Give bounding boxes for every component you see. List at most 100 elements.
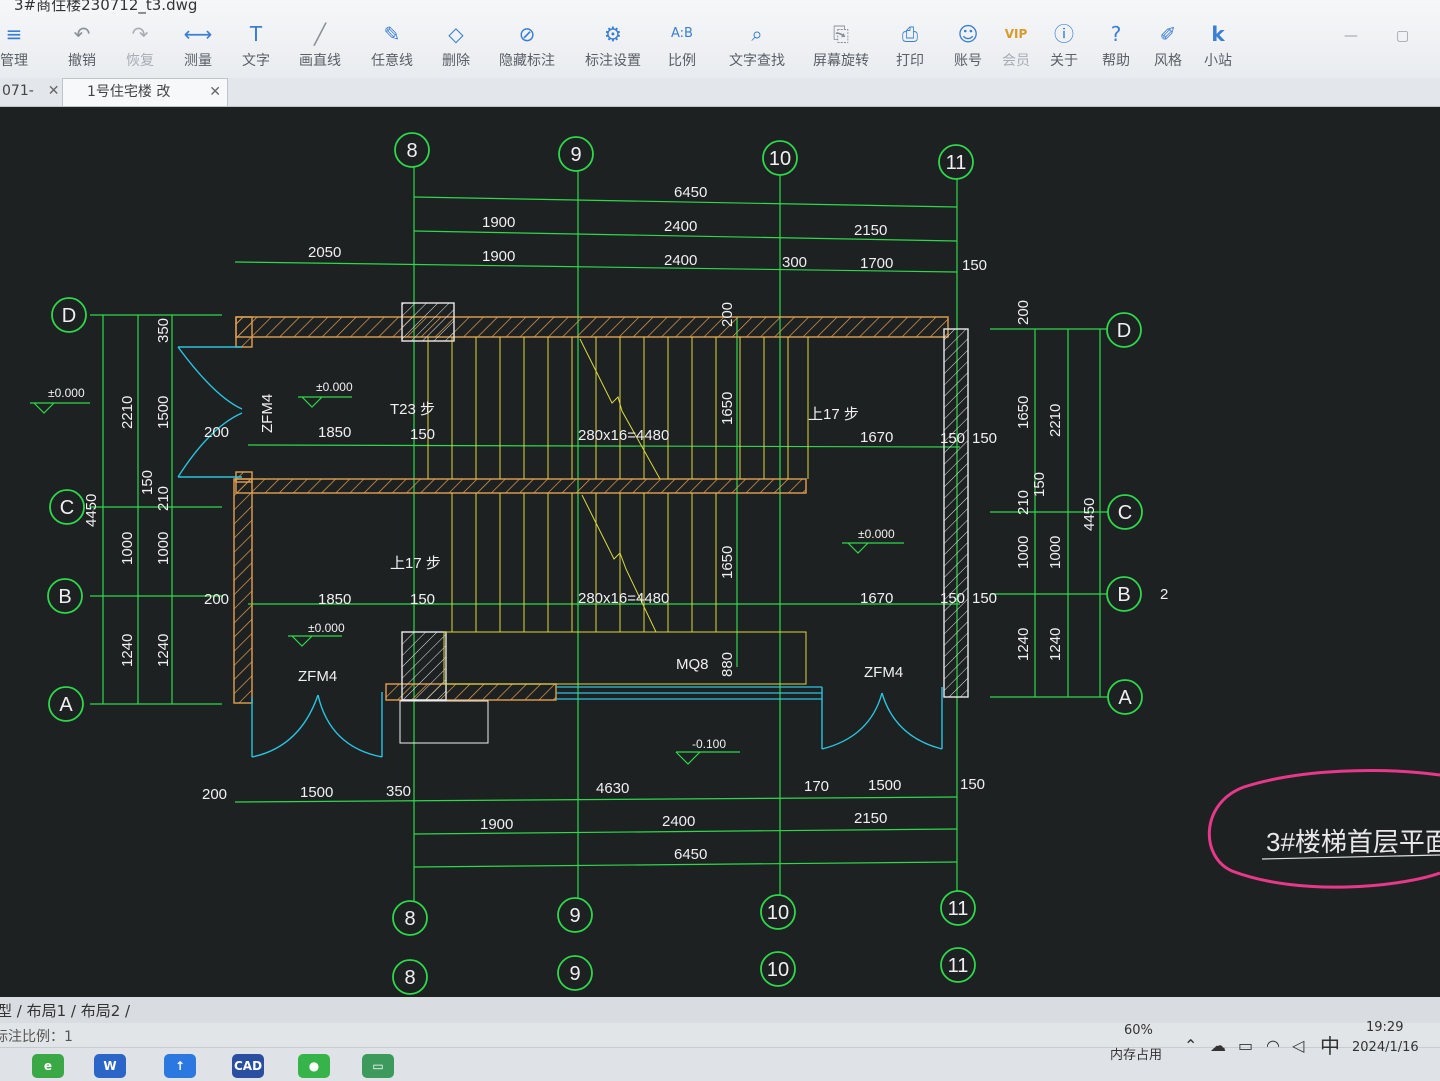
close-icon[interactable]: ✕ bbox=[48, 83, 60, 99]
account-icon: ☺ bbox=[957, 22, 979, 46]
manage-button[interactable]: ≡ 管理 bbox=[0, 22, 36, 74]
measure-button[interactable]: ⟷ 测量 bbox=[176, 22, 220, 74]
rotate-screen-button[interactable]: ⎘ 屏幕旋转 bbox=[808, 22, 874, 74]
dim-text: 200 bbox=[1015, 300, 1032, 325]
dim-text: 200 bbox=[204, 591, 229, 608]
dim-text: 200 bbox=[719, 302, 736, 327]
stair-label: 280x16=4480 bbox=[578, 427, 669, 444]
dim-text: 1670 bbox=[860, 590, 893, 607]
k-station-button[interactable]: k 小站 bbox=[1198, 22, 1238, 74]
dim-text: 150 bbox=[960, 776, 985, 793]
print-icon: ⎙ bbox=[902, 22, 918, 46]
window-title: 3#商住楼230712_t3.dwg bbox=[14, 0, 198, 14]
dim-text: 1670 bbox=[860, 429, 893, 446]
text-search-icon: ⌕ bbox=[751, 22, 763, 46]
door-label: ZFM4 bbox=[259, 394, 276, 433]
door-label: ZFM4 bbox=[298, 668, 337, 685]
pencil-icon: ✎ bbox=[383, 22, 401, 46]
grid-label: 10 bbox=[767, 959, 789, 981]
annotation-settings-button[interactable]: ⚙ 标注设置 bbox=[580, 22, 646, 74]
grid-label: 11 bbox=[946, 152, 967, 174]
scale-icon: A:B bbox=[671, 26, 693, 41]
dim-text: 2400 bbox=[664, 218, 697, 235]
volume-icon[interactable]: ◁ bbox=[1292, 1036, 1304, 1055]
grid-label: C bbox=[1118, 502, 1132, 524]
wifi-icon[interactable]: ◠ bbox=[1266, 1036, 1280, 1055]
screen-icon[interactable]: ▭ bbox=[362, 1054, 394, 1078]
dim-text: 150 bbox=[962, 257, 987, 274]
stair-upper-flight bbox=[427, 337, 809, 480]
window-label: MQ8 bbox=[676, 656, 709, 673]
text-search-button[interactable]: ⌕ 文字查找 bbox=[724, 22, 790, 74]
manage-icon: ≡ bbox=[5, 22, 23, 46]
tab-document-1[interactable]: 071- ✕ bbox=[0, 78, 68, 105]
freehand-button[interactable]: ✎ 任意线 bbox=[364, 22, 420, 74]
dim-text: 150 bbox=[940, 430, 965, 447]
axis-marker: 2 bbox=[1160, 586, 1168, 603]
print-button[interactable]: ⎙ 打印 bbox=[890, 22, 930, 74]
dim-text: 1900 bbox=[480, 816, 513, 833]
word-icon[interactable]: W bbox=[94, 1054, 126, 1078]
hide-annotation-button[interactable]: ⊘ 隐藏标注 bbox=[494, 22, 560, 74]
text-icon: T bbox=[249, 22, 263, 46]
dim-text: 350 bbox=[386, 783, 411, 800]
account-button[interactable]: ☺ 账号 bbox=[948, 22, 988, 74]
dim-text: 1000 bbox=[1015, 536, 1032, 569]
vip-button[interactable]: VIP 会员 bbox=[996, 22, 1036, 74]
scale-button[interactable]: A:B 比例 bbox=[662, 22, 702, 74]
dim-text: 2400 bbox=[664, 252, 697, 269]
wechat-icon[interactable]: ● bbox=[298, 1054, 330, 1078]
layout-tabs[interactable]: 模型 / 布局1 / 布局2 / bbox=[0, 1000, 130, 1021]
stair-lower-flight bbox=[443, 493, 807, 685]
battery-icon[interactable]: ▭ bbox=[1238, 1036, 1253, 1055]
chevron-up-icon[interactable]: ⌃ bbox=[1184, 1036, 1197, 1055]
dim-text: 880 bbox=[719, 652, 736, 677]
grid-label: B bbox=[1117, 584, 1130, 606]
cad-icon[interactable]: CAD bbox=[232, 1054, 264, 1078]
cloud-icon[interactable]: ☁ bbox=[1210, 1036, 1226, 1055]
app-icon[interactable]: ↑ bbox=[164, 1054, 196, 1078]
dim-text: 2400 bbox=[662, 813, 695, 830]
taskbar: e W ↑ CAD ● ▭ 内存占用 ⌃ ☁ ▭ ◠ ◁ 中 19:29 202… bbox=[0, 1020, 1440, 1081]
eraser-icon: ◇ bbox=[448, 22, 464, 46]
about-button[interactable]: ⓘ 关于 bbox=[1044, 22, 1084, 74]
grid-label: D bbox=[62, 305, 76, 327]
maximize-icon[interactable]: ▢ bbox=[1396, 28, 1409, 44]
clock-date[interactable]: 2024/1/16 bbox=[1352, 1040, 1419, 1055]
dim-text: 1650 bbox=[719, 392, 736, 425]
grid-label: 10 bbox=[769, 148, 791, 170]
dim-text: 150 bbox=[410, 426, 435, 443]
text-button[interactable]: T 文字 bbox=[234, 22, 278, 74]
minimize-icon[interactable]: — bbox=[1344, 28, 1358, 44]
line-icon: ╱ bbox=[313, 22, 327, 46]
dim-text: 4450 bbox=[83, 494, 100, 527]
style-button[interactable]: ✐ 风格 bbox=[1148, 22, 1188, 74]
line-button[interactable]: ╱ 画直线 bbox=[292, 22, 348, 74]
help-button[interactable]: ? 帮助 bbox=[1096, 22, 1136, 74]
delete-button[interactable]: ◇ 删除 bbox=[436, 22, 476, 74]
level-text: -0.100 bbox=[692, 737, 726, 751]
grid-label: B bbox=[58, 586, 71, 608]
dim-text: 1000 bbox=[119, 532, 136, 565]
dim-text: 1650 bbox=[1015, 396, 1032, 429]
undo-button[interactable]: ↶ 撤销 bbox=[60, 22, 104, 74]
ime-indicator[interactable]: 中 bbox=[1320, 1030, 1340, 1059]
dim-text: 200 bbox=[204, 424, 229, 441]
browser-icon[interactable]: e bbox=[32, 1054, 64, 1078]
document-tab-bar: 071- ✕ 1号住宅楼 改 ✕ bbox=[0, 78, 1440, 107]
dim-text: 1650 bbox=[719, 546, 736, 579]
walls bbox=[233, 302, 969, 704]
toolbar: 3#商住楼230712_t3.dwg ≡ 管理 ↶ 撤销 ↷ 恢复 ⟷ 测量 T 文字 ╱… bbox=[0, 0, 1440, 79]
grid-label: C bbox=[60, 497, 74, 519]
dim-text: 1240 bbox=[155, 634, 172, 667]
dim-text: 2050 bbox=[308, 244, 341, 261]
dim-text: 1900 bbox=[482, 248, 515, 265]
redo-button[interactable]: ↷ 恢复 bbox=[118, 22, 162, 74]
grid-label: 11 bbox=[948, 955, 969, 977]
tab-document-2[interactable]: 1号住宅楼 改 ✕ bbox=[62, 78, 228, 106]
drawing-canvas[interactable]: 8 9 10 11 8 9 10 11 8 9 10 11 D C B A D … bbox=[0, 107, 1440, 997]
clock-time[interactable]: 19:29 bbox=[1366, 1020, 1403, 1035]
style-icon: ✐ bbox=[1159, 22, 1177, 46]
dim-text: 1500 bbox=[155, 396, 172, 429]
close-icon[interactable]: ✕ bbox=[209, 79, 221, 106]
